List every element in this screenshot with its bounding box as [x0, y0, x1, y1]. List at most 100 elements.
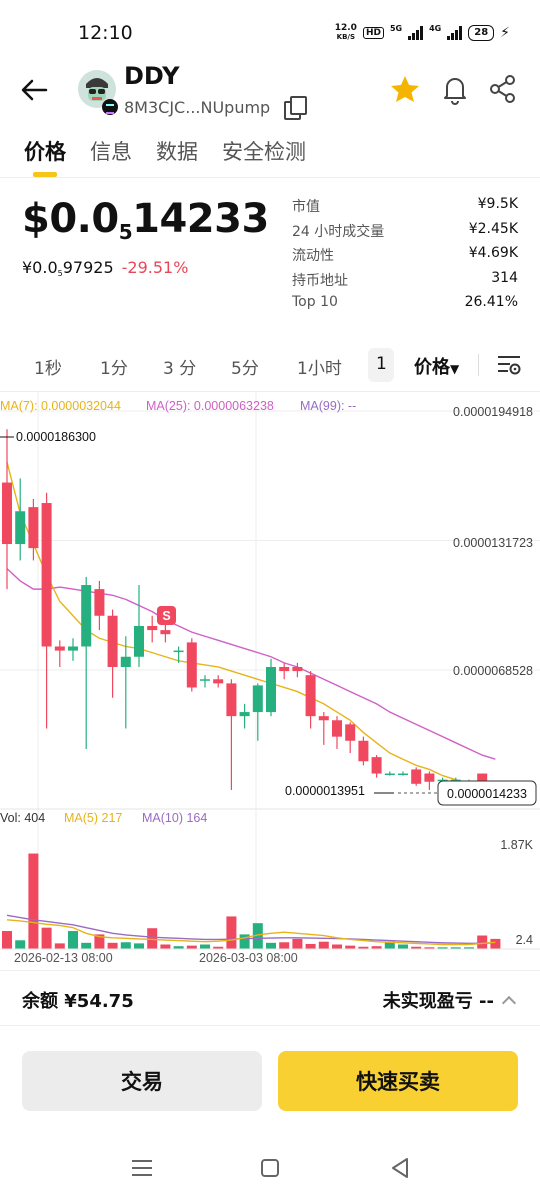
candle-body — [371, 757, 382, 774]
balance-bar[interactable]: 余额 ¥54.75 未实现盈亏 -- — [0, 970, 540, 1026]
tab-active-indicator — [33, 172, 57, 177]
volume-bar — [2, 931, 12, 949]
candle-body — [186, 642, 197, 688]
cny-digits: 97925 — [62, 258, 114, 277]
balance: 余额 ¥54.75 — [22, 991, 134, 1012]
stat-value: 314 — [491, 269, 518, 286]
stat-label: Top 10 — [292, 294, 338, 310]
home-nav-icon[interactable] — [258, 1156, 282, 1180]
price-type-label: 价格 — [414, 357, 450, 378]
vol-ma10-path — [6, 914, 496, 945]
back-arrow-icon[interactable] — [18, 74, 50, 106]
volume-bar — [292, 938, 303, 949]
candle-body — [94, 589, 105, 616]
ma25-line — [6, 568, 496, 760]
volume-bar — [186, 945, 197, 949]
stat-label: 24 小时成交量 — [292, 223, 385, 240]
candle-body — [332, 720, 342, 737]
volume-bar — [68, 931, 78, 949]
current-price-label: 0.0000014233 — [447, 787, 527, 801]
volume-bar — [160, 944, 171, 949]
volume-bar — [332, 944, 342, 949]
interval-1m[interactable]: 1分 — [100, 354, 128, 379]
interval-3m[interactable]: 3 分 — [163, 354, 196, 379]
volume-bar — [81, 942, 92, 949]
menu-nav-icon[interactable] — [130, 1156, 154, 1180]
network-4g-label: 4G — [429, 24, 442, 33]
volume-bar — [134, 943, 144, 949]
net-speed-value: 12.0 — [334, 23, 357, 33]
quick-trade-button[interactable]: 快速买卖 — [278, 1051, 518, 1111]
vol-ma5-path — [6, 919, 496, 946]
stat-label: 持币地址 — [292, 272, 348, 289]
status-bar: 12:10 12.0 KB/S HD 5G 4G 28 ⚡ — [0, 0, 540, 60]
tab-price[interactable]: 价格 — [24, 136, 66, 166]
section-tabs: 价格 信息 数据 安全检测 — [0, 120, 540, 178]
ma7-legend: MA(7): 0.0000032044 — [0, 399, 121, 413]
sell-marker-label: S — [162, 609, 170, 623]
candle-body — [173, 650, 184, 653]
share-icon[interactable] — [486, 72, 520, 106]
candle-body — [252, 685, 263, 713]
unrealized-pnl[interactable]: 未实现盈亏 -- — [383, 987, 517, 1013]
candle-body — [411, 769, 422, 784]
price-type-dropdown[interactable]: 价格▼ — [414, 353, 459, 379]
x-axis-label: 2026-02-13 08:00 — [14, 951, 113, 965]
tab-data[interactable]: 数据 — [156, 136, 198, 166]
back-nav-icon[interactable] — [388, 1156, 412, 1180]
cny-prefix: ¥0.0 — [22, 258, 58, 277]
candle-body — [226, 683, 237, 717]
battery-icon: 28 — [468, 25, 495, 41]
volume-bar — [200, 944, 210, 949]
chart-settings-icon[interactable] — [496, 352, 522, 378]
volume-bar — [41, 927, 52, 949]
stat-value: 26.41% — [464, 294, 518, 310]
interval-selected[interactable]: 1 — [376, 354, 387, 374]
candle-body — [107, 615, 118, 667]
vol-ma5-legend: MA(5) 217 — [64, 811, 122, 825]
trade-button[interactable]: 交易 — [22, 1051, 262, 1111]
price-zero-count: 5 — [118, 220, 133, 244]
candle-body — [398, 773, 408, 776]
vol-tick-label: 2.4 — [516, 933, 533, 947]
candle-body — [345, 724, 356, 741]
chevron-up-icon — [501, 995, 517, 1011]
volume-bar — [54, 943, 65, 949]
candle-body — [384, 773, 395, 776]
candle-body — [424, 773, 435, 782]
bell-icon[interactable] — [438, 72, 472, 106]
candle-body — [41, 503, 52, 647]
charging-icon: ⚡ — [500, 25, 510, 41]
y-tick-label: 0.0000068528 — [453, 664, 533, 678]
copy-icon[interactable] — [284, 96, 308, 120]
candle-body — [266, 666, 276, 713]
candle-body — [2, 482, 12, 545]
candle-body — [54, 646, 65, 651]
token-header: DDY 8M3CJC...NUpump — [0, 60, 540, 120]
stat-holders: 持币地址 314 — [292, 270, 518, 295]
candle-body — [147, 625, 158, 631]
hd-badge: HD — [362, 27, 384, 39]
interval-1h[interactable]: 1小时 — [297, 354, 342, 379]
interval-1s[interactable]: 1秒 — [34, 354, 62, 379]
low-marker-label: 0.0000013951 — [285, 784, 365, 798]
favorite-star-icon[interactable] — [388, 72, 422, 106]
candle-body — [279, 666, 290, 672]
interval-5m[interactable]: 5分 — [231, 354, 259, 379]
candle-body — [358, 740, 369, 762]
stat-value: ¥2.45K — [468, 220, 518, 237]
candle-body — [200, 679, 210, 681]
system-nav-bar — [0, 1140, 540, 1200]
stat-value: ¥4.69K — [468, 245, 518, 261]
stat-label: 流动性 — [292, 248, 334, 264]
candle-body — [318, 716, 329, 721]
tab-info[interactable]: 信息 — [90, 136, 132, 166]
candle-body — [28, 507, 39, 549]
price-change: -29.51% — [121, 258, 189, 277]
candle-body — [134, 625, 144, 657]
price-chart[interactable]: MA(7): 0.0000032044 MA(25): 0.0000063238… — [0, 392, 540, 970]
signal-4g-icon — [447, 26, 463, 40]
volume-bar — [266, 942, 276, 949]
tab-security[interactable]: 安全检测 — [222, 136, 306, 166]
volume-bar — [305, 943, 316, 949]
